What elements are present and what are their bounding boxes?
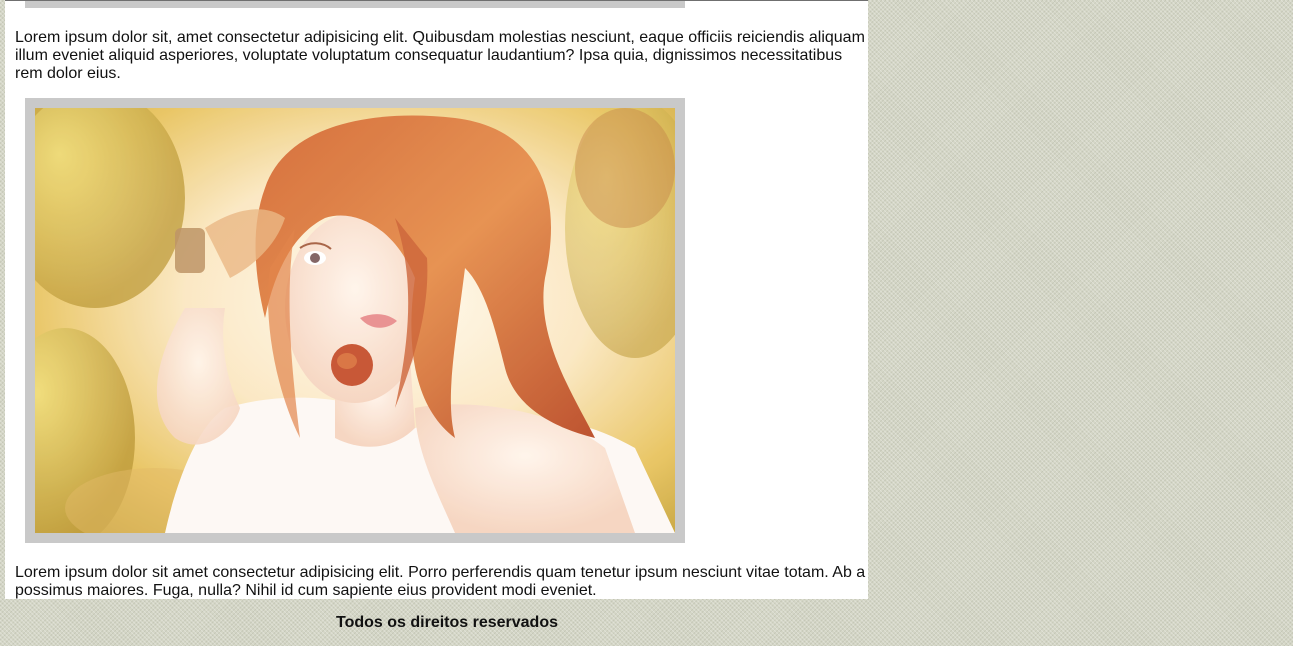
main-content: Lorem ipsum dolor sit, amet consectetur … bbox=[5, 0, 868, 599]
article-paragraph: Lorem ipsum dolor sit amet consectetur a… bbox=[15, 564, 866, 599]
article-paragraph: Lorem ipsum dolor sit, amet consectetur … bbox=[15, 29, 865, 82]
photo-frame bbox=[25, 98, 685, 543]
portrait-photo bbox=[35, 108, 675, 533]
footer-copyright: Todos os direitos reservados bbox=[336, 614, 558, 631]
previous-image-frame bbox=[25, 1, 685, 8]
